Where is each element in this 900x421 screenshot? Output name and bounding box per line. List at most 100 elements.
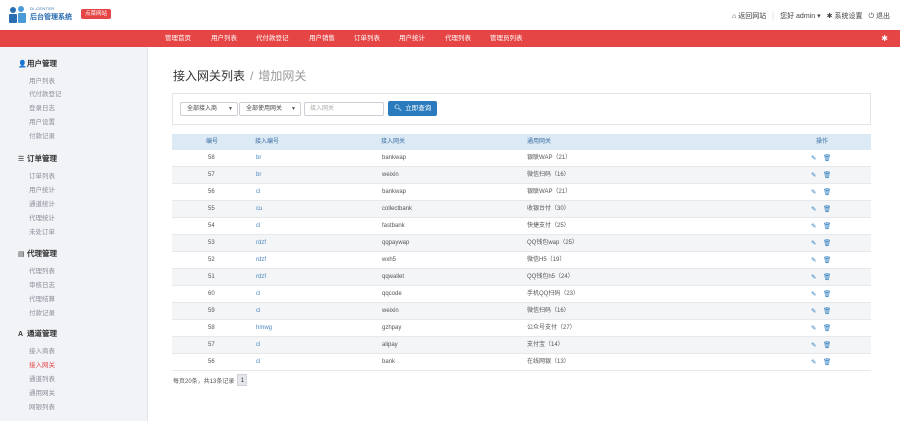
sidebar-item-agent-payment-records[interactable]: 付款记录 — [29, 307, 55, 317]
logout-link[interactable]: ⏻ 退出 — [868, 11, 890, 21]
edit-icon[interactable]: ✎ — [811, 337, 816, 354]
cell-id: 60 — [208, 291, 215, 297]
sidebar-item-bank-list[interactable]: 网银列表 — [29, 401, 55, 411]
cell-common-gateway: QQ钱包h5（24） — [527, 274, 574, 280]
sidebar-item-common-gateways[interactable]: 通用网关 — [29, 387, 55, 397]
nav-item-payment-register[interactable]: 代付款登记 — [256, 30, 289, 47]
trash-icon[interactable]: 🗑︎ — [823, 337, 831, 354]
cell-common-gateway: 在线网银（13） — [527, 359, 570, 365]
table-row: 52 rdzf wxh5 微信H5（19） ✎ 🗑︎ — [172, 252, 871, 269]
sidebar-item-user-stats[interactable]: 用户统计 — [29, 184, 55, 194]
edit-icon[interactable]: ✎ — [811, 167, 816, 184]
cell-gateway: qqwallet — [382, 274, 405, 280]
edit-icon[interactable]: ✎ — [811, 286, 816, 303]
nav-item-user-stats[interactable]: 用户统计 — [399, 30, 425, 47]
nav-item-user-sales[interactable]: 用户销售 — [309, 30, 335, 47]
cell-provider-code: cl — [256, 189, 261, 195]
sidebar-item-audit-log[interactable]: 审核日志 — [29, 279, 55, 289]
edit-icon[interactable]: ✎ — [811, 303, 816, 320]
cell-common-gateway: 支付宝（14） — [527, 342, 564, 348]
nav-gear-icon[interactable]: ✱ — [881, 30, 888, 47]
cell-common-gateway: 微信扫码（16） — [527, 308, 570, 314]
page-title-text: 接入网关列表 — [173, 69, 246, 83]
sidebar-group-agents[interactable]: ▤ 代理管理 — [18, 248, 57, 259]
sidebar-item-login-log[interactable]: 登录日志 — [29, 102, 55, 112]
trash-icon[interactable]: 🗑︎ — [823, 150, 831, 167]
edit-icon[interactable]: ✎ — [811, 201, 816, 218]
nav-item-users[interactable]: 用户列表 — [211, 30, 237, 47]
cell-gateway: bankwap — [382, 189, 407, 195]
table-row: 54 cl fastbank 快捷支付（25） ✎ 🗑︎ — [172, 218, 871, 235]
sidebar-item-payment-records[interactable]: 付款记录 — [29, 130, 55, 140]
nav-item-agents[interactable]: 代理列表 — [445, 30, 471, 47]
edit-icon[interactable]: ✎ — [811, 150, 816, 167]
sidebar-item-agent-settlement[interactable]: 代理结算 — [29, 293, 55, 303]
trash-icon[interactable]: 🗑︎ — [823, 286, 831, 303]
cell-provider-code: rdzf — [256, 274, 267, 280]
sidebar-item-channel-stats[interactable]: 通道统计 — [29, 198, 55, 208]
sidebar-item-user-settings[interactable]: 用户设置 — [29, 116, 55, 126]
brand-badge[interactable]: 点菜网站 — [81, 9, 112, 19]
edit-icon[interactable]: ✎ — [811, 235, 816, 252]
cell-common-gateway: 微信H5（19） — [527, 257, 566, 263]
gateway-select[interactable]: 全部使用网关 ▼ — [239, 102, 301, 116]
cell-gateway: weixin — [382, 172, 399, 178]
sidebar-item-user-list[interactable]: 用户列表 — [29, 75, 55, 85]
sidebar-item-order-list[interactable]: 订单列表 — [29, 170, 55, 180]
trash-icon[interactable]: 🗑︎ — [823, 184, 831, 201]
add-gateway-link[interactable]: 增加网关 — [258, 69, 306, 83]
sidebar-group-channels[interactable]: A 通道管理 — [18, 328, 57, 339]
nav-item-dashboard[interactable]: 管理首页 — [165, 30, 191, 47]
sidebar-group-users[interactable]: 👤用户管理 — [18, 58, 57, 69]
pagination-summary: 每页20条，共13条记录 — [173, 378, 235, 385]
cell-provider-code: cl — [256, 359, 261, 365]
main-nav: 管理首页 用户列表 代付款登记 用户销售 订单列表 用户统计 代理列表 管理员列… — [0, 30, 900, 47]
trash-icon[interactable]: 🗑︎ — [823, 269, 831, 286]
trash-icon[interactable]: 🗑︎ — [823, 218, 831, 235]
edit-icon[interactable]: ✎ — [811, 218, 816, 235]
settings-link[interactable]: ✱ 系统设置 — [827, 11, 863, 21]
page-title: 接入网关列表 / 增加网关 — [173, 67, 306, 84]
cell-gateway: wxh5 — [382, 257, 397, 263]
edit-icon[interactable]: ✎ — [811, 354, 816, 371]
trash-icon[interactable]: 🗑︎ — [823, 167, 831, 184]
edit-icon[interactable]: ✎ — [811, 320, 816, 337]
column-header-id: 编号 — [206, 139, 219, 145]
nav-item-orders[interactable]: 订单列表 — [354, 30, 380, 47]
sidebar-item-agent-list[interactable]: 代理列表 — [29, 265, 55, 275]
page-number-button[interactable]: 1 — [237, 374, 248, 386]
home-link[interactable]: ⌂ 返回网站 — [732, 11, 766, 21]
sidebar-item-channel-list[interactable]: 通道列表 — [29, 373, 55, 383]
cell-id: 56 — [208, 189, 215, 195]
trash-icon[interactable]: 🗑︎ — [823, 252, 831, 269]
cell-common-gateway: 银联WAP（21） — [527, 155, 572, 161]
trash-icon[interactable]: 🗑︎ — [823, 354, 831, 371]
cell-gateway: fastbank — [382, 223, 405, 229]
edit-icon[interactable]: ✎ — [811, 184, 816, 201]
nav-item-admins[interactable]: 管理员列表 — [490, 30, 523, 47]
edit-icon[interactable]: ✎ — [811, 252, 816, 269]
search-button[interactable]: 🔍︎ 立即查询 — [388, 101, 438, 116]
search-input[interactable]: 接入网关 — [304, 102, 384, 116]
trash-icon[interactable]: 🗑︎ — [823, 235, 831, 252]
provider-select[interactable]: 全部接入商 ▼ — [180, 102, 238, 116]
table-row: 56 cl bank 在线网银（13） ✎ 🗑︎ — [172, 354, 871, 371]
sidebar-item-pending-orders[interactable]: 未处订单 — [29, 226, 55, 236]
sidebar-item-payment-register[interactable]: 代付款登记 — [29, 88, 62, 98]
user-menu[interactable]: 您好 admin ▾ — [780, 11, 820, 21]
sidebar-item-providers[interactable]: 接入商表 — [29, 345, 55, 355]
cell-common-gateway: 微信扫码（16） — [527, 172, 570, 178]
sidebar-item-gateways[interactable]: 接入网关 — [29, 359, 55, 369]
sidebar-group-orders[interactable]: ☰ 订单管理 — [18, 153, 57, 164]
column-header-provider-code: 接入编号 — [255, 139, 280, 145]
table-row: 53 rdzf qqpaywap QQ钱包wap（25） ✎ 🗑︎ — [172, 235, 871, 252]
sidebar: 👤用户管理 用户列表 代付款登记 登录日志 用户设置 付款记录 ☰ 订单管理 订单… — [0, 47, 148, 421]
trash-icon[interactable]: 🗑︎ — [823, 320, 831, 337]
top-right-menu: ⌂ 返回网站 | 您好 admin ▾ ✱ 系统设置 ⏻ 退出 — [732, 11, 890, 21]
edit-icon[interactable]: ✎ — [811, 269, 816, 286]
sidebar-item-agent-stats[interactable]: 代理统计 — [29, 212, 55, 222]
trash-icon[interactable]: 🗑︎ — [823, 201, 831, 218]
cell-common-gateway: 公众号支付（27） — [527, 325, 576, 331]
trash-icon[interactable]: 🗑︎ — [823, 303, 831, 320]
cell-id: 53 — [208, 240, 215, 246]
